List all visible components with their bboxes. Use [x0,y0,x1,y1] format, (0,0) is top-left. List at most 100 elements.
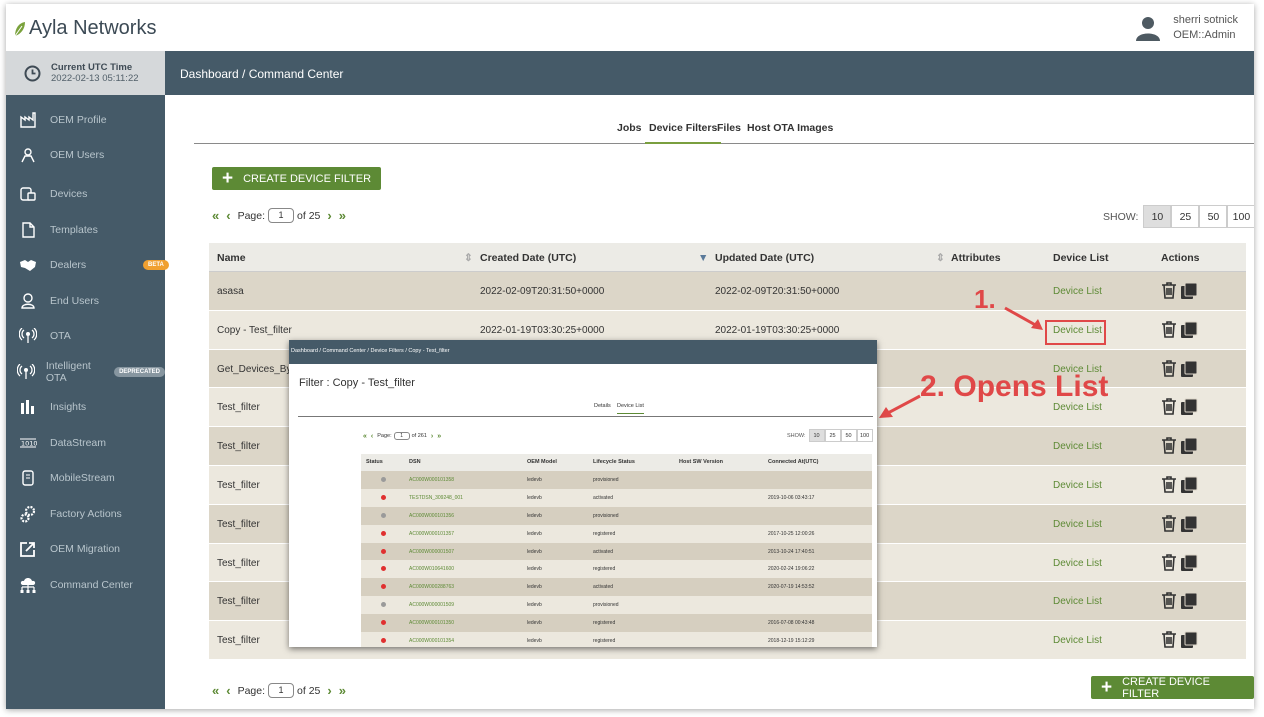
tab-device-list[interactable]: Device List [617,403,644,414]
page-size-25[interactable]: 25 [1171,205,1200,228]
device-list-link[interactable]: Device List [1053,635,1102,646]
sidebar-item-ota[interactable]: OTA [6,321,165,351]
device-list-link[interactable]: Device List [1053,558,1102,569]
sidebar-item-insights[interactable]: Insights [6,392,165,422]
prev-page-icon[interactable]: ‹ [226,683,230,698]
dsn-link[interactable]: AC000W000001509 [409,602,454,608]
column-actions: Actions [1161,252,1200,264]
dsn-link[interactable]: AC000W010641600 [409,566,454,572]
dsn-link[interactable]: AC000W000101350 [409,620,454,626]
copy-icon[interactable] [1180,554,1198,575]
brand-name: Ayla Networks [29,17,157,39]
plus-icon: + [1101,677,1113,698]
column-updated[interactable]: Updated Date (UTC) [715,252,814,264]
device-list-link[interactable]: Device List [1053,441,1102,452]
page-size-50[interactable]: 50 [1199,205,1228,228]
page-size-25[interactable]: 25 [824,429,841,442]
sidebar-item-factory-actions[interactable]: Factory Actions [6,499,165,529]
trash-icon[interactable] [1161,514,1177,536]
dsn-link[interactable]: AC000W000101358 [409,477,454,483]
sidebar-item-end-users[interactable]: End Users [6,286,165,316]
sidebar-item-intelligent-ota[interactable]: Intelligent OTA DEPRECATED [6,357,165,387]
first-page-icon[interactable]: « [363,433,367,440]
page-size-10[interactable]: 10 [1143,205,1172,228]
device-list-link[interactable]: Device List [1053,596,1102,607]
trash-icon[interactable] [1161,553,1177,575]
tab-files[interactable]: Files [717,122,741,134]
filter-name: Copy - Test_filter [217,324,292,336]
tab-details[interactable]: Details [594,403,611,409]
copy-icon[interactable] [1180,321,1198,342]
dsn-link[interactable]: AC000W000001507 [409,549,454,555]
dsn-link[interactable]: AC000W000288763 [409,584,454,590]
sidebar-item-oem-profile[interactable]: OEM Profile [6,105,165,135]
last-page-icon[interactable]: » [339,208,346,223]
first-page-icon[interactable]: « [212,208,219,223]
page-input[interactable]: 1 [393,432,410,440]
trash-icon[interactable] [1161,592,1177,613]
device-list-link[interactable]: Device List [1053,519,1102,530]
copy-icon[interactable] [1180,592,1198,613]
tab-host-ota-images[interactable]: Host OTA Images [747,122,833,134]
user-menu[interactable]: sherri sotnick OEM::Admin [1135,13,1238,43]
column-name[interactable]: Name [217,252,246,264]
trash-icon[interactable] [1161,359,1177,381]
page-size-100[interactable]: 100 [856,429,873,442]
page-size-100[interactable]: 100 [1227,205,1254,228]
copy-icon[interactable] [1180,437,1198,458]
dsn-link[interactable]: AC000W000101357 [409,531,454,537]
copy-icon[interactable] [1180,631,1198,652]
trash-icon[interactable] [1161,631,1177,652]
trash-icon[interactable] [1161,398,1177,419]
page-size-10[interactable]: 10 [808,429,825,442]
copy-icon[interactable] [1180,282,1198,303]
device-list-link[interactable]: Device List [1053,402,1102,413]
dsn-link[interactable]: AC000W000101354 [409,638,454,644]
next-page-icon[interactable]: › [327,208,331,223]
prev-page-icon[interactable]: ‹ [226,208,230,223]
sort-icon[interactable]: ⇕ [464,252,473,264]
copy-icon[interactable] [1180,515,1198,536]
lifecycle-status: provisioned [593,602,619,609]
last-page-icon[interactable]: » [339,683,346,698]
tab-device-filters[interactable]: Device Filters [645,122,722,144]
dsn-link[interactable]: TESTDSN_309248_001 [409,495,463,501]
copy-icon[interactable] [1180,476,1198,497]
prev-page-icon[interactable]: ‹ [371,433,373,440]
copy-icon[interactable] [1180,360,1198,381]
trash-icon[interactable] [1161,437,1177,458]
sort-icon[interactable]: ⇕ [936,252,945,264]
trash-icon[interactable] [1161,282,1177,303]
first-page-icon[interactable]: « [212,683,219,698]
page-input[interactable]: 1 [268,683,295,698]
create-device-filter-button[interactable]: + CREATE DEVICE FILTER [1091,676,1254,700]
sidebar-item-devices[interactable]: Devices [6,179,165,209]
next-page-icon[interactable]: › [327,683,331,698]
dsn-link[interactable]: AC000W000101356 [409,513,454,519]
sidebar-item-oem-migration[interactable]: OEM Migration [6,534,165,564]
copy-icon[interactable] [1180,398,1198,419]
sidebar-item-label: Intelligent OTA [45,360,91,384]
sidebar-item-mobilestream[interactable]: MobileStream [6,463,165,493]
tab-jobs[interactable]: Jobs [617,122,642,134]
sidebar-item-dealers[interactable]: Dealers BETA [6,250,169,280]
next-page-icon[interactable]: › [431,433,433,440]
page-size-50[interactable]: 50 [840,429,857,442]
device-list-link[interactable]: Device List [1053,286,1102,297]
utc-value: 2022-02-13 05:11:22 [51,73,139,84]
sidebar-item-datastream[interactable]: 1010 DataStream [6,428,165,458]
sidebar-item-command-center[interactable]: Command Center [6,570,165,600]
sidebar-item-templates[interactable]: Templates [6,215,165,245]
page-input[interactable]: 1 [268,208,295,223]
column-created[interactable]: Created Date (UTC) [480,252,576,264]
show-label: SHOW: [787,432,806,439]
device-list-link[interactable]: Device List [1053,480,1102,491]
trash-icon[interactable] [1161,320,1177,342]
arrow-icon [1004,306,1043,330]
sort-desc-icon[interactable]: ▼ [698,252,708,264]
last-page-icon[interactable]: » [437,433,441,440]
trash-icon[interactable] [1161,476,1177,497]
create-device-filter-button[interactable]: + CREATE DEVICE FILTER [212,167,382,190]
logo[interactable]: Ayla Networks [14,17,156,40]
sidebar-item-oem-users[interactable]: OEM Users [6,140,165,170]
